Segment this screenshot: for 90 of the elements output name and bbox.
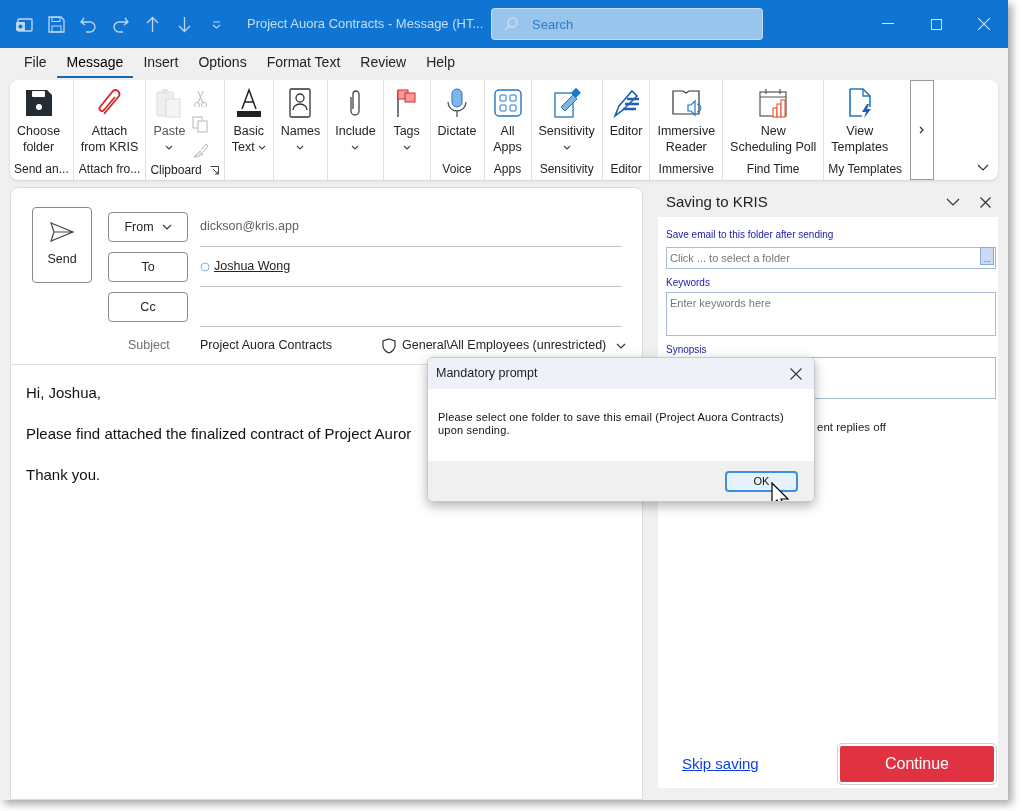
ribbon-button[interactable]: View Templates xyxy=(828,87,892,155)
group-label: Voice xyxy=(442,161,472,178)
search-field[interactable]: Search xyxy=(491,8,763,40)
menu-tab[interactable]: Insert xyxy=(133,52,189,78)
group-label: Clipboard xyxy=(150,162,202,179)
collapse-ribbon-button[interactable] xyxy=(976,162,990,172)
menu-tab[interactable]: Options xyxy=(188,52,257,78)
menu-tab[interactable]: Help xyxy=(416,52,465,78)
ribbon-button[interactable]: Include xyxy=(332,87,379,155)
paintbrush-icon xyxy=(191,141,209,159)
ribbon-button[interactable]: Editor xyxy=(606,87,646,139)
address-field[interactable]: Joshua Wong xyxy=(200,247,622,287)
menu-tab[interactable]: Review xyxy=(350,52,417,78)
ribbon-button[interactable]: Basic Text xyxy=(228,87,269,155)
keywords-field[interactable]: Enter keywords here xyxy=(666,292,996,336)
group-label: Sensitivity xyxy=(539,161,594,178)
launcher-icon xyxy=(210,165,220,175)
ribbon-button[interactable]: Immersive Reader xyxy=(654,87,719,155)
chevron-down-icon xyxy=(977,163,989,171)
ribbon-button[interactable]: Attach from KRIS xyxy=(77,87,142,155)
copy-icon xyxy=(191,115,209,133)
app-grid-icon xyxy=(491,87,524,119)
subject-field[interactable]: Project Auora Contracts xyxy=(200,336,382,355)
field-label: Synopsis xyxy=(666,343,707,357)
close-button[interactable] xyxy=(788,365,804,382)
ribbon-button[interactable]: Names xyxy=(277,87,324,155)
paperclip-icon xyxy=(350,90,361,116)
close-icon xyxy=(790,367,802,380)
dialog-message: Please select one folder to save this email (Project Auora Contracts) upon sending. xyxy=(437,410,785,438)
group-label: My Templates xyxy=(828,161,903,178)
toolbar-button[interactable] xyxy=(111,15,129,33)
menu-tab[interactable]: File xyxy=(14,52,57,78)
search-icon xyxy=(503,16,519,32)
toolbar-button[interactable] xyxy=(47,15,65,33)
menu-tab[interactable]: Format Text xyxy=(256,52,351,78)
group-label: Apps xyxy=(493,161,522,178)
option-label: ent replies off xyxy=(817,420,886,435)
send-icon xyxy=(50,221,74,242)
ribbon-button[interactable]: Tags xyxy=(387,87,426,155)
chevron-down-icon xyxy=(616,342,627,349)
shield-icon xyxy=(382,337,396,354)
book-speaker-icon xyxy=(670,87,703,119)
presence-icon xyxy=(200,261,210,272)
address-field[interactable]: dickson@kris.app xyxy=(200,207,622,247)
recipient-link[interactable]: Joshua Wong xyxy=(214,257,291,276)
skip-saving-link[interactable]: Skip saving xyxy=(682,752,759,776)
close-icon xyxy=(978,18,990,30)
undo-icon xyxy=(79,15,97,33)
app-icon xyxy=(16,15,33,33)
chevron-right-icon xyxy=(919,126,926,134)
group-label: Send an... xyxy=(14,161,69,178)
ribbon-button[interactable]: Choose folder xyxy=(14,87,64,155)
chevron-down-icon xyxy=(161,224,172,230)
minimize-icon xyxy=(882,23,894,25)
ok-button[interactable]: OK xyxy=(725,470,798,492)
body-text: Thank you. xyxy=(26,465,101,485)
toolbar-button[interactable] xyxy=(79,15,97,33)
browse-button[interactable]: ... xyxy=(980,247,994,265)
sensitivity-dropdown[interactable]: General\All Employees (unrestricted) xyxy=(382,336,627,355)
address-button[interactable]: From xyxy=(108,212,188,242)
ribbon-button[interactable]: Sensitivity xyxy=(535,87,598,155)
subject-label: Subject xyxy=(128,337,171,355)
dialog-launcher-button[interactable] xyxy=(209,165,220,175)
ribbon-button[interactable]: All Apps xyxy=(488,87,527,155)
body-text: Please find attached the finalized contract of Project Auror xyxy=(26,424,412,444)
field-label: Keywords xyxy=(666,276,710,290)
window-title: Project Auora Contracts - Message (HT... xyxy=(247,15,485,34)
group-label: Editor xyxy=(610,161,642,178)
body-text: Hi, Joshua, xyxy=(26,383,102,403)
save-icon xyxy=(47,15,65,33)
pane-title: Saving to KRIS xyxy=(666,191,769,212)
field-label: Save email to this folder after sending xyxy=(666,228,834,242)
scissors-icon xyxy=(191,89,209,107)
group-label: Find Time xyxy=(746,161,800,178)
group-label: Immersive xyxy=(658,161,714,178)
send-button[interactable]: Send xyxy=(32,207,92,283)
menu-tab[interactable]: Message xyxy=(56,52,134,78)
continue-button[interactable]: Continue xyxy=(838,744,996,784)
dialog-title: Mandatory prompt xyxy=(436,365,539,383)
redo-icon xyxy=(111,15,129,33)
address-button[interactable]: Cc xyxy=(108,292,188,322)
ribbon-overflow-button[interactable] xyxy=(910,80,935,180)
close-icon xyxy=(979,196,991,208)
ribbon-button[interactable]: Dictate xyxy=(434,87,480,139)
ribbon-button[interactable]: New Scheduling Poll xyxy=(727,87,820,155)
calendar-chart-icon xyxy=(757,87,790,119)
group-label: Attach fro... xyxy=(78,161,141,178)
address-button[interactable]: To xyxy=(108,252,188,282)
chevron-down-icon xyxy=(946,198,960,206)
maximize-icon xyxy=(930,18,942,30)
